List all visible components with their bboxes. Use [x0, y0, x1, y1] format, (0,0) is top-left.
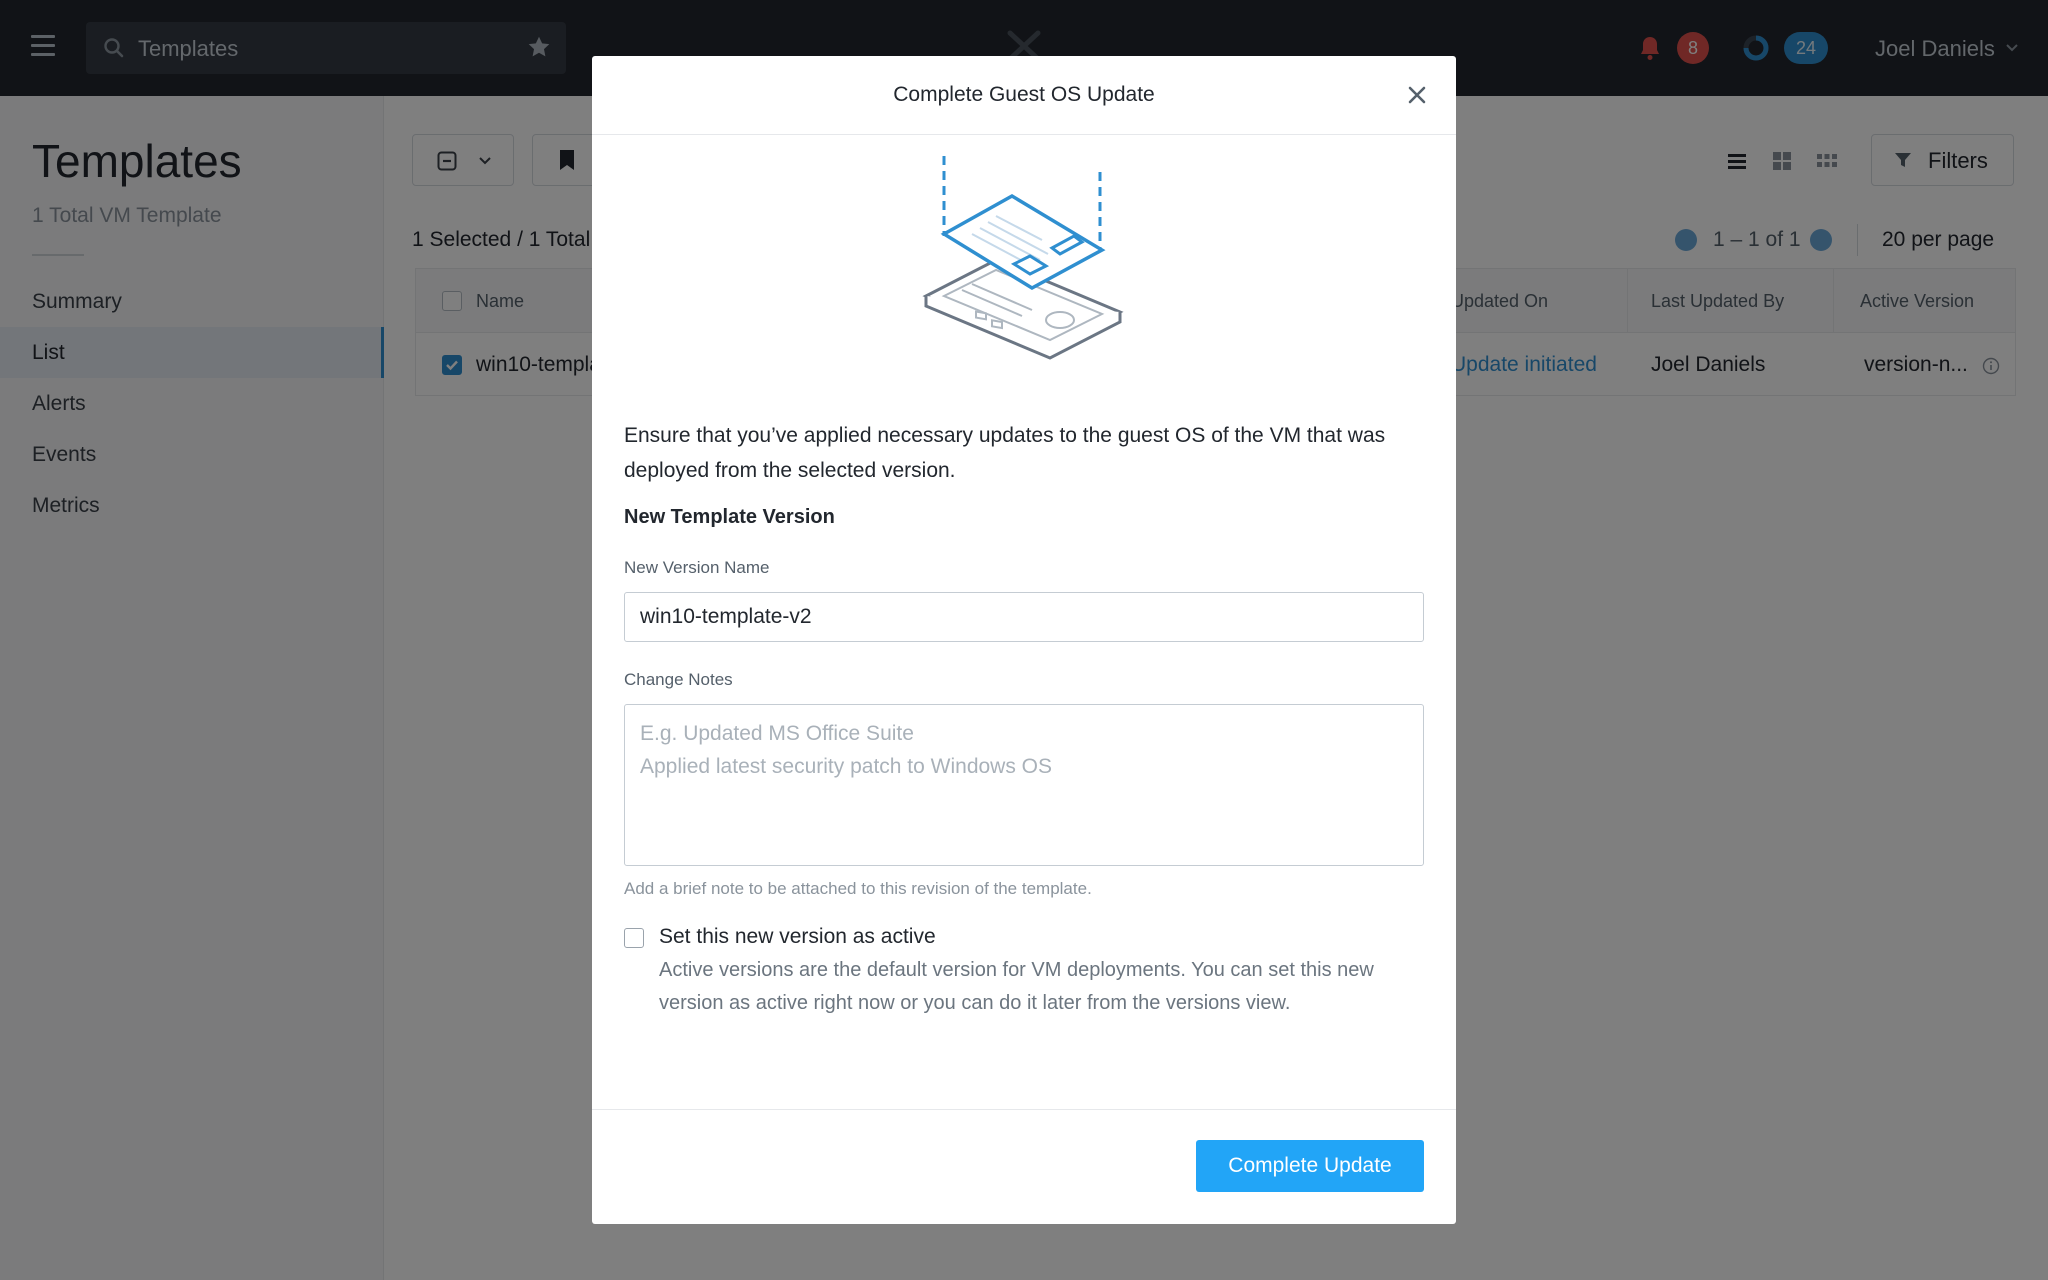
change-notes-helper: Add a brief note to be attached to this … — [624, 879, 1092, 898]
template-update-illustration — [922, 156, 1124, 360]
close-icon[interactable] — [1408, 86, 1426, 104]
modal-header: Complete Guest OS Update — [592, 56, 1456, 135]
set-active-checkbox[interactable] — [624, 928, 644, 948]
set-active-label[interactable]: Set this new version as active — [659, 925, 936, 949]
section-title: New Template Version — [624, 506, 835, 528]
change-notes-textarea[interactable] — [624, 704, 1424, 866]
set-active-help-text: Active versions are the default version … — [659, 959, 1374, 1014]
divider — [592, 1109, 1456, 1110]
complete-guest-os-update-dialog: Complete Guest OS Update Ensure that you… — [592, 56, 1456, 1224]
complete-update-button[interactable]: Complete Update — [1196, 1140, 1424, 1192]
modal-description: Ensure that you’ve applied necessary upd… — [624, 424, 1386, 482]
change-notes-label: Change Notes — [624, 670, 733, 689]
modal-title: Complete Guest OS Update — [893, 83, 1155, 106]
version-name-input[interactable] — [624, 592, 1424, 642]
version-name-label: New Version Name — [624, 558, 770, 577]
